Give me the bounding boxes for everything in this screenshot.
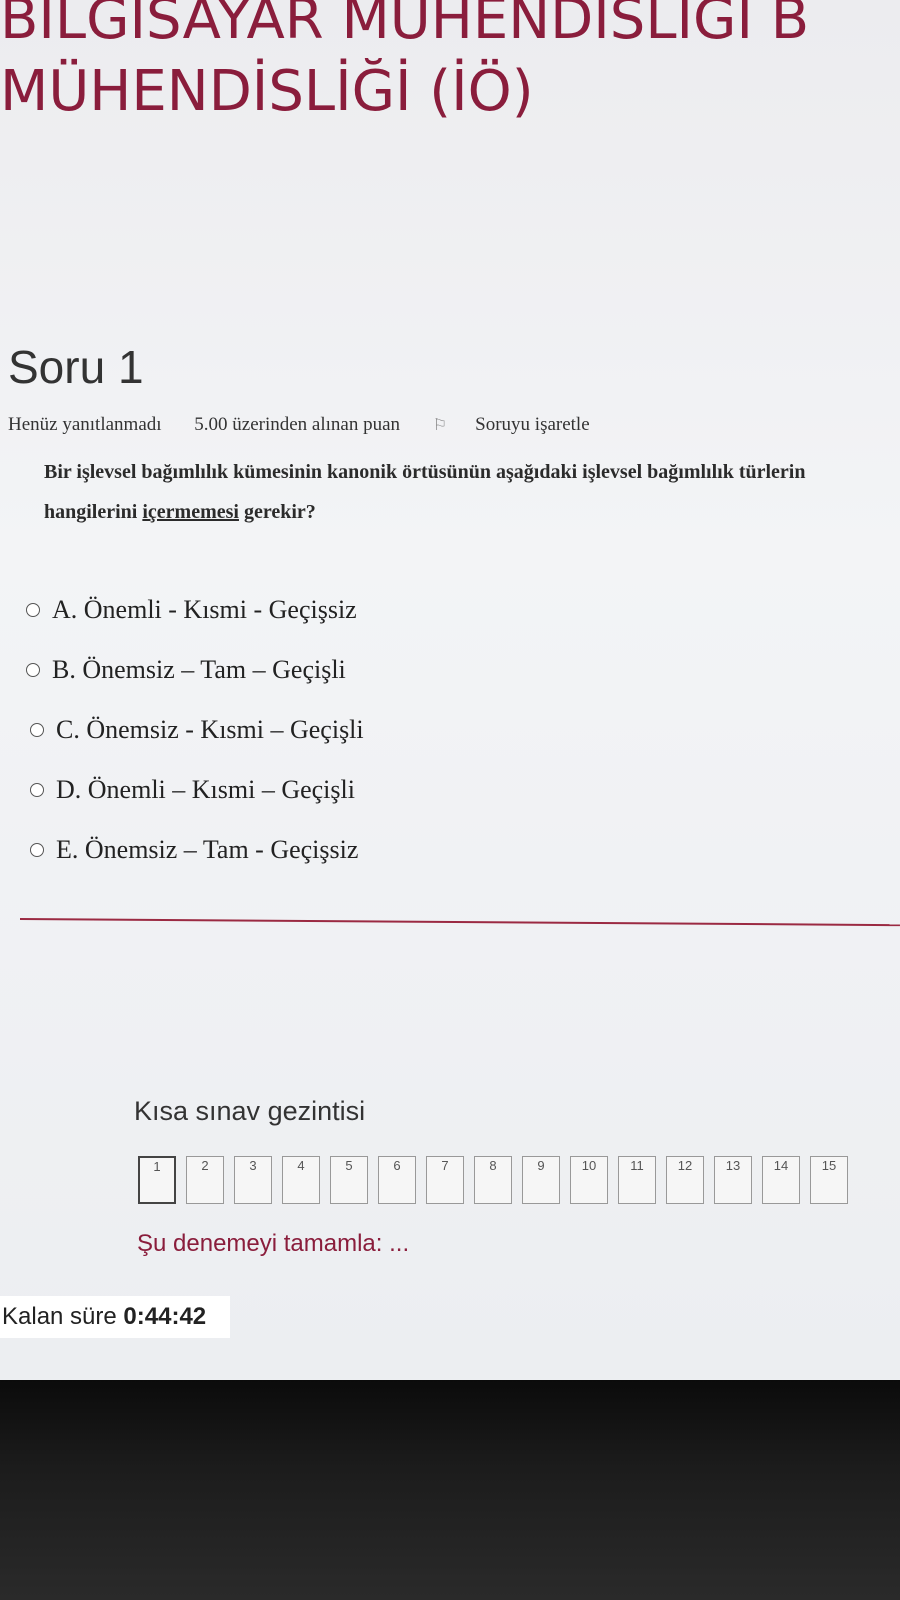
answer-label: D. Önemli – Kısmi – Geçişli <box>56 775 355 804</box>
question-text-line-2: hangilerini içermemesi gerekir? <box>44 492 894 532</box>
course-title: BİLGİSAYAR MÜHENDİSLİĞİ B MÜHENDİSLİĞİ (… <box>0 0 900 128</box>
answer-label: C. Önemsiz - Kısmi – Geçişli <box>56 715 364 744</box>
answer-option-b[interactable]: B. Önemsiz – Tam – Geçişli <box>26 640 364 700</box>
course-title-line-1: BİLGİSAYAR MÜHENDİSLİĞİ B <box>0 0 810 52</box>
quiz-nav-button-7[interactable]: 7 <box>426 1156 464 1204</box>
quiz-nav-number: 11 <box>630 1158 644 1173</box>
quiz-nav-number: 14 <box>773 1158 789 1173</box>
radio-button[interactable] <box>30 843 44 857</box>
quiz-nav-number: 3 <box>249 1158 257 1173</box>
flag-question-link[interactable]: ⚐ Soruyu işaretle <box>433 414 618 435</box>
quiz-nav-number: 5 <box>345 1158 353 1173</box>
course-title-line-2: MÜHENDİSLİĞİ (İÖ) <box>0 59 534 124</box>
quiz-nav-button-1[interactable]: 1 <box>138 1156 176 1204</box>
question-status: Henüz yanıtlanmadı <box>8 414 162 435</box>
quiz-nav-number: 13 <box>725 1158 741 1173</box>
quiz-nav-button-9[interactable]: 9 <box>522 1156 560 1204</box>
question-heading: Soru 1 <box>8 341 144 393</box>
time-remaining-value: 0:44:42 <box>123 1303 207 1330</box>
radio-button[interactable] <box>30 783 44 797</box>
question-text-emphasis: içermemesi <box>142 501 239 523</box>
answer-label: A. Önemli - Kısmi - Geçişsiz <box>52 595 357 624</box>
quiz-nav-button-10[interactable]: 10 <box>570 1156 608 1204</box>
answer-label: E. Önemsiz – Tam - Geçişsiz <box>56 835 359 864</box>
flag-question-label: Soruyu işaretle <box>475 414 590 435</box>
quiz-nav-button-3[interactable]: 3 <box>234 1156 272 1204</box>
question-text: Bir işlevsel bağımlılık kümesinin kanoni… <box>44 452 894 532</box>
quiz-nav-number: 12 <box>677 1158 693 1173</box>
quiz-nav-button-14[interactable]: 14 <box>762 1156 800 1204</box>
quiz-nav-number: 6 <box>393 1158 401 1173</box>
quiz-navigation-title: Kısa sınav gezintisi <box>134 1096 366 1126</box>
quiz-nav-number: 15 <box>821 1158 837 1173</box>
radio-button[interactable] <box>26 663 40 677</box>
quiz-nav-number: 2 <box>201 1158 209 1173</box>
time-remaining: Kalan süre 0:44:42 <box>0 1296 230 1338</box>
quiz-nav-button-4[interactable]: 4 <box>282 1156 320 1204</box>
answer-option-c[interactable]: C. Önemsiz - Kısmi – Geçişli <box>26 700 364 760</box>
answer-option-e[interactable]: E. Önemsiz – Tam - Geçişsiz <box>26 820 364 880</box>
quiz-nav-button-12[interactable]: 12 <box>666 1156 704 1204</box>
answer-label: B. Önemsiz – Tam – Geçişli <box>52 655 346 684</box>
question-text-suffix: gerekir? <box>238 501 316 523</box>
radio-button[interactable] <box>26 603 40 617</box>
quiz-nav-number: 9 <box>537 1158 545 1173</box>
section-divider <box>19 918 900 927</box>
question-text-prefix: hangilerini <box>44 501 143 523</box>
quiz-nav-button-13[interactable]: 13 <box>714 1156 752 1204</box>
quiz-nav-button-8[interactable]: 8 <box>474 1156 512 1204</box>
flag-icon: ⚐ <box>432 417 448 434</box>
quiz-nav-button-11[interactable]: 11 <box>618 1156 656 1204</box>
quiz-nav-number: 1 <box>153 1159 161 1174</box>
radio-button[interactable] <box>30 723 44 737</box>
quiz-nav-button-15[interactable]: 15 <box>810 1156 848 1204</box>
question-info: Henüz yanıtlanmadı 5.00 üzerinden alınan… <box>8 414 646 436</box>
answer-option-d[interactable]: D. Önemli – Kısmi – Geçişli <box>26 760 364 820</box>
finish-attempt-link[interactable]: Şu denemeyi tamamla: ... <box>137 1230 409 1258</box>
question-points: 5.00 üzerinden alınan puan <box>194 414 401 435</box>
quiz-nav-button-2[interactable]: 2 <box>186 1156 224 1204</box>
quiz-nav-button-5[interactable]: 5 <box>330 1156 368 1204</box>
quiz-nav-number: 7 <box>441 1158 449 1173</box>
quiz-nav-button-6[interactable]: 6 <box>378 1156 416 1204</box>
quiz-nav-number: 10 <box>581 1158 597 1173</box>
monitor-bezel <box>0 1380 900 1600</box>
quiz-nav-number: 8 <box>489 1158 497 1173</box>
answer-option-a[interactable]: A. Önemli - Kısmi - Geçişsiz <box>26 580 364 640</box>
answer-options: A. Önemli - Kısmi - Geçişsiz B. Önemsiz … <box>26 580 364 880</box>
time-remaining-label: Kalan süre <box>2 1303 117 1330</box>
quiz-navigation-grid: 1 2 3 4 5 6 7 8 9 10 11 12 13 14 15 <box>138 1156 858 1204</box>
quiz-nav-number: 4 <box>297 1158 305 1173</box>
question-text-line-1: Bir işlevsel bağımlılık kümesinin kanoni… <box>44 461 806 483</box>
browser-screen: BİLGİSAYAR MÜHENDİSLİĞİ B MÜHENDİSLİĞİ (… <box>0 0 900 1380</box>
